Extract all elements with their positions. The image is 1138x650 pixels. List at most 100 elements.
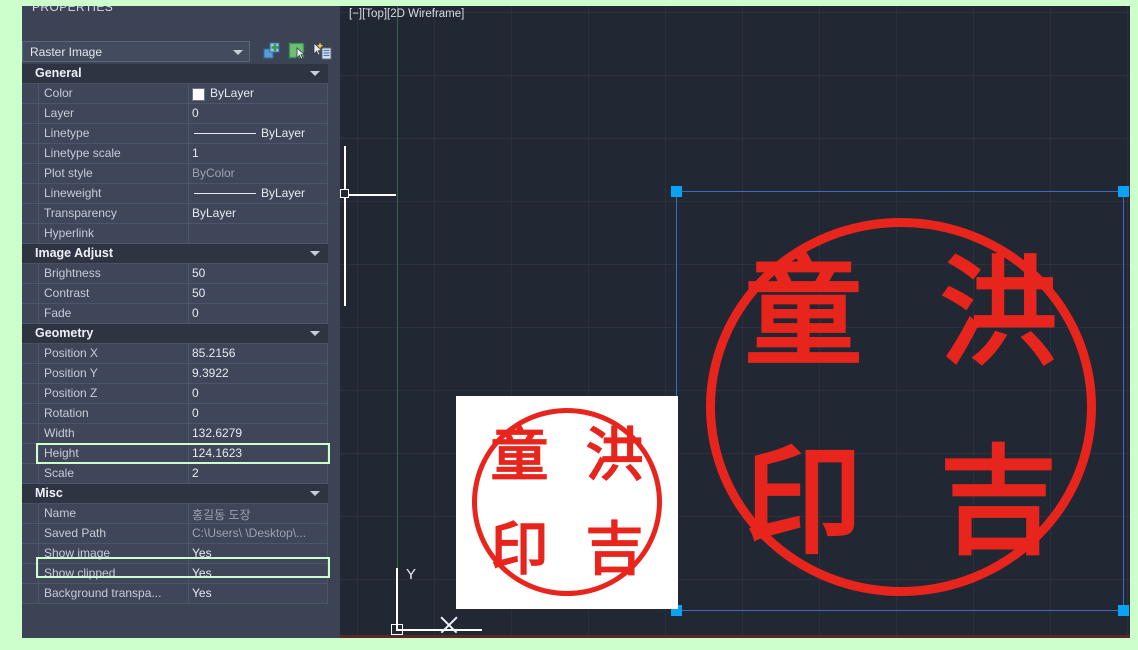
viewport-controls-label[interactable]: [−][Top][2D Wireframe]: [349, 8, 464, 20]
palette-title: PROPERTIES: [32, 6, 114, 14]
property-name: Saved Path: [44, 526, 107, 540]
property-value[interactable]: 9.3922: [192, 366, 324, 380]
ucs-y-label: Y: [406, 566, 417, 583]
property-value[interactable]: 132.6279: [192, 426, 324, 440]
toggle-pickadd-icon[interactable]: [287, 41, 308, 62]
property-row[interactable]: Position Y 9.3922: [22, 364, 328, 384]
chevron-down-icon[interactable]: [310, 491, 320, 496]
property-name: Width: [44, 426, 75, 440]
property-row[interactable]: Hyperlink: [22, 224, 328, 244]
property-name: Scale: [44, 466, 75, 480]
thumb-seal-char-4: 吉: [585, 515, 644, 583]
object-type-dropdown[interactable]: Raster Image: [22, 41, 250, 62]
property-value[interactable]: 0: [192, 406, 324, 420]
property-value[interactable]: C:\Users\ \Desktop\...: [192, 526, 324, 540]
viewport-bottom-strip: [340, 635, 1130, 638]
thumb-seal-char-2: 洪: [585, 421, 644, 489]
property-name: Lineweight: [44, 186, 102, 200]
property-row[interactable]: Color ByLayer: [22, 84, 328, 104]
property-row[interactable]: Show image Yes: [22, 544, 328, 564]
color-swatch-icon: [192, 88, 205, 101]
property-value[interactable]: ByLayer: [192, 206, 324, 220]
ucs-bracket-partial: [340, 146, 396, 306]
grip-bottom-right[interactable]: [1118, 605, 1129, 616]
property-value[interactable]: 0: [192, 106, 324, 120]
property-section-misc[interactable]: Misc: [22, 484, 328, 504]
chevron-down-icon: [233, 50, 243, 55]
property-section-image-adjust[interactable]: Image Adjust: [22, 244, 328, 264]
property-row[interactable]: Rotation 0: [22, 404, 328, 424]
grip-top-right[interactable]: [1118, 186, 1129, 197]
property-name: Background transpa...: [44, 586, 162, 600]
property-list: General Color ByLayer Layer 0 Linetype ByLayer…: [22, 64, 328, 604]
property-name: Fade: [44, 306, 72, 320]
property-value[interactable]: 0: [192, 386, 324, 400]
section-label: Misc: [35, 486, 63, 500]
image-selection-frame: [676, 191, 1124, 611]
property-row[interactable]: Name 홍길동 도장: [22, 504, 328, 524]
section-label: Geometry: [35, 326, 94, 340]
property-name: Show clipped: [44, 566, 116, 580]
property-name: Height: [44, 446, 79, 460]
property-value[interactable]: 홍길동 도장: [192, 506, 324, 523]
property-row[interactable]: Background transpa... Yes: [22, 584, 328, 604]
chevron-down-icon[interactable]: [310, 331, 320, 336]
property-row[interactable]: Layer 0: [22, 104, 328, 124]
property-row[interactable]: Show clipped Yes: [22, 564, 328, 584]
property-name: Hyperlink: [44, 226, 95, 240]
chevron-down-icon[interactable]: [310, 71, 320, 76]
property-name: Linetype scale: [44, 146, 121, 160]
property-name: Position X: [44, 346, 99, 360]
property-name: Plot style: [44, 166, 93, 180]
select-objects-icon[interactable]: [262, 41, 283, 62]
property-name: Linetype: [44, 126, 90, 140]
property-value[interactable]: 1: [192, 146, 324, 160]
property-value[interactable]: Yes: [192, 566, 324, 580]
property-value[interactable]: Yes: [192, 546, 324, 560]
drawing-viewport[interactable]: [−][Top][2D Wireframe] 童 洪 印 吉 童 洪 印 吉 Y: [340, 6, 1130, 638]
property-value[interactable]: 2: [192, 466, 324, 480]
property-row[interactable]: Contrast 50: [22, 284, 328, 304]
property-row[interactable]: Position X 85.2156: [22, 344, 328, 364]
property-name: Position Z: [44, 386, 98, 400]
property-row[interactable]: Scale 2: [22, 464, 328, 484]
property-value[interactable]: 0: [192, 306, 324, 320]
property-value[interactable]: Yes: [192, 586, 324, 600]
property-value[interactable]: 50: [192, 266, 324, 280]
grip-top-left[interactable]: [671, 186, 682, 197]
property-name: Contrast: [44, 286, 90, 300]
property-row[interactable]: Brightness 50: [22, 264, 328, 284]
property-name: Name: [44, 506, 77, 520]
property-value[interactable]: ByLayer: [210, 86, 342, 100]
linetype-preview-icon: [194, 193, 256, 194]
chevron-down-icon[interactable]: [310, 251, 320, 256]
autocad-window: PROPERTIES Raster Image General Color By…: [22, 6, 1130, 638]
property-section-general[interactable]: General: [22, 64, 328, 84]
property-row[interactable]: Linetype ByLayer: [22, 124, 328, 144]
property-row[interactable]: Width 132.6279: [22, 424, 328, 444]
thumb-seal-char-1: 童: [490, 421, 549, 489]
property-section-geometry[interactable]: Geometry: [22, 324, 328, 344]
property-row[interactable]: Lineweight ByLayer: [22, 184, 328, 204]
quick-select-icon[interactable]: [312, 41, 333, 62]
section-label: Image Adjust: [35, 246, 114, 260]
object-type-label: Raster Image: [30, 45, 103, 59]
property-name: Brightness: [44, 266, 101, 280]
property-row[interactable]: Linetype scale 1: [22, 144, 328, 164]
properties-palette: PROPERTIES Raster Image General Color By…: [22, 6, 340, 638]
property-row[interactable]: Height 124.1623: [22, 444, 328, 464]
property-value[interactable]: ByColor: [192, 166, 324, 180]
property-row[interactable]: Position Z 0: [22, 384, 328, 404]
property-value[interactable]: 124.1623: [192, 446, 324, 460]
property-value[interactable]: 85.2156: [192, 346, 324, 360]
property-row[interactable]: Saved Path C:\Users\ \Desktop\...: [22, 524, 328, 544]
section-label: General: [35, 66, 82, 80]
property-row[interactable]: Fade 0: [22, 304, 328, 324]
property-name: Color: [44, 86, 73, 100]
property-row[interactable]: Plot style ByColor: [22, 164, 328, 184]
property-value[interactable]: 50: [192, 286, 324, 300]
property-name: Rotation: [44, 406, 89, 420]
property-name: Show image: [44, 546, 111, 560]
property-name: Layer: [44, 106, 75, 120]
property-row[interactable]: Transparency ByLayer: [22, 204, 328, 224]
